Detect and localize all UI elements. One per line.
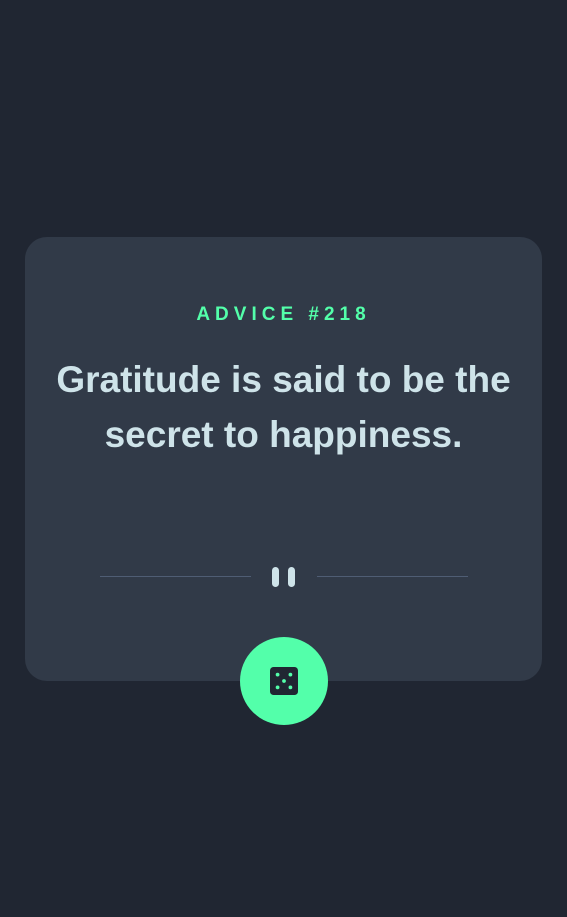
advice-card: ADVICE #218 Gratitude is said to be the … [25,237,542,681]
pattern-divider [100,567,468,587]
pause-bar-left [272,567,279,587]
divider-line-left [100,576,251,577]
advice-number-label: ADVICE #218 [196,304,371,325]
advice-quote: Gratitude is said to be the secret to ha… [56,359,511,455]
divider-line-right [317,576,468,577]
pause-icon [271,567,297,587]
dice-icon [270,667,298,695]
generate-advice-button[interactable] [240,637,328,725]
pause-bar-right [288,567,295,587]
